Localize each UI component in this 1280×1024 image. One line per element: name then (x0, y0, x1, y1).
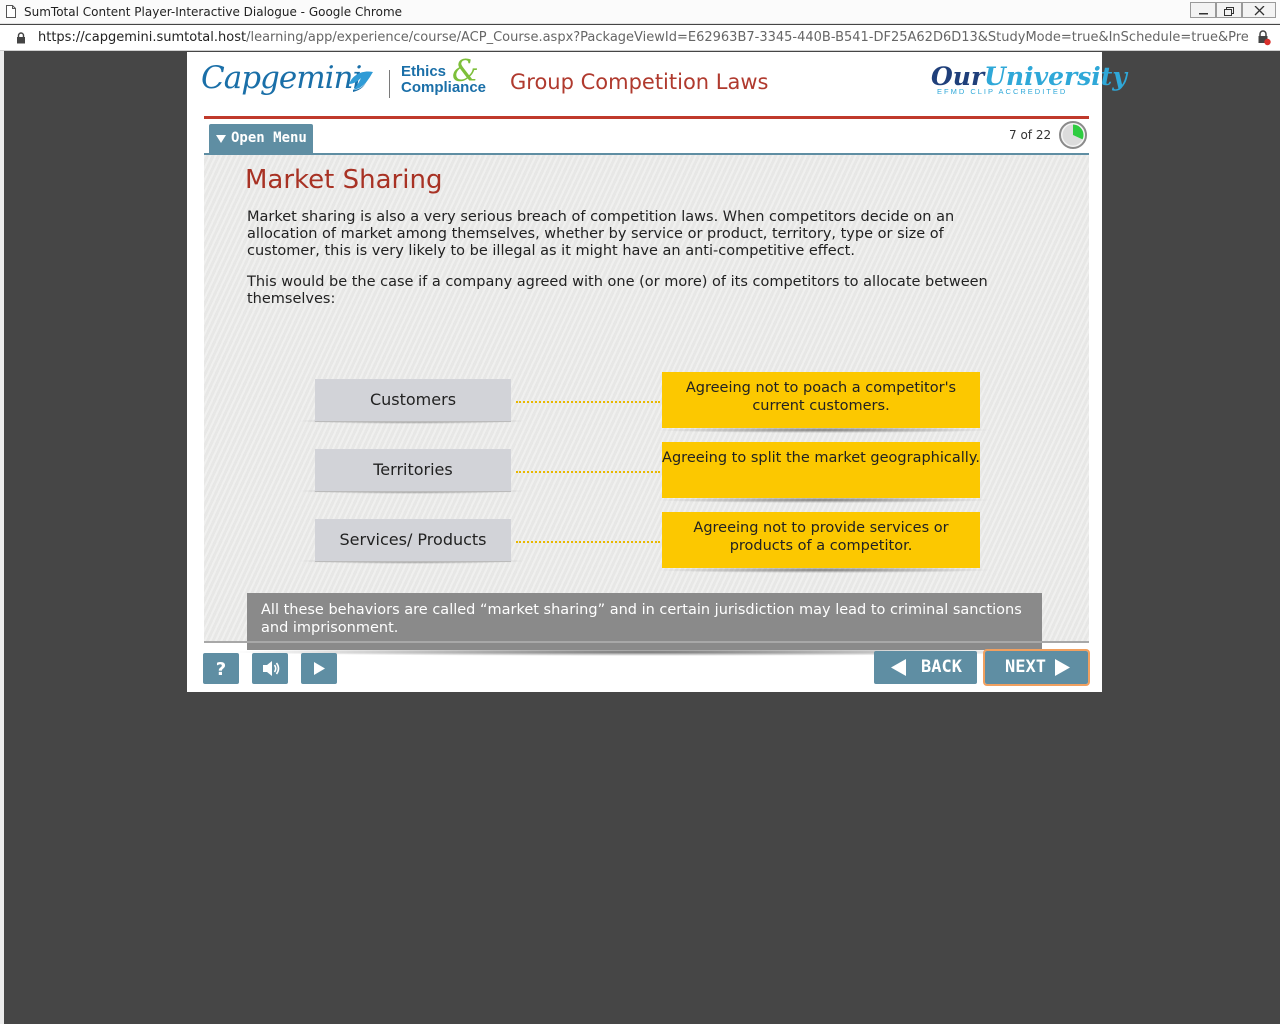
close-icon (1254, 6, 1265, 16)
window-titlebar: SumTotal Content Player-Interactive Dial… (0, 0, 1280, 24)
capgemini-spade-icon (349, 71, 373, 92)
description-box-territories: Agreeing to split the market geographica… (662, 442, 980, 498)
next-label: NEXT (1005, 657, 1046, 677)
help-label: ? (216, 659, 226, 680)
open-menu-label: Open Menu (231, 130, 307, 146)
connector-line (516, 471, 660, 473)
next-button[interactable]: NEXT (983, 649, 1090, 686)
close-window-button[interactable] (1242, 2, 1276, 18)
minimize-icon (1199, 13, 1208, 15)
window-title: SumTotal Content Player-Interactive Dial… (24, 5, 403, 19)
triangle-down-icon (216, 135, 226, 143)
description-box-customers: Agreeing not to poach a competitor's cur… (662, 372, 980, 428)
connector-line (516, 401, 660, 403)
course-player: Capgemini Ethics Compliance & Group Comp… (187, 52, 1127, 692)
url-path: /learning/app/experience/course/ACP_Cour… (246, 30, 1248, 45)
intro-paragraph: Market sharing is also a very serious br… (247, 209, 955, 259)
audio-button[interactable] (252, 653, 288, 684)
open-menu-button[interactable]: Open Menu (209, 124, 313, 153)
url-host: https://capgemini.sumtotal.host (38, 30, 247, 45)
header-divider (204, 116, 1089, 119)
footer-divider (204, 641, 1089, 643)
allocation-paragraph: This would be the case if a company agre… (247, 274, 988, 307)
document-icon (6, 5, 16, 18)
back-button[interactable]: BACK (874, 651, 977, 684)
category-tag-territories: Territories (315, 449, 511, 491)
capgemini-logo: Capgemini (201, 60, 362, 96)
help-icon: ? (216, 659, 226, 680)
category-tag-customers: Customers (315, 379, 511, 421)
arrow-right-icon (1055, 659, 1070, 676)
restore-button[interactable] (1216, 2, 1242, 18)
category-tag-services-products: Services/ Products (315, 519, 511, 561)
back-label: BACK (921, 657, 962, 677)
progress-pie-icon (1059, 121, 1087, 149)
play-icon (314, 662, 325, 675)
minimize-button[interactable] (1190, 2, 1216, 18)
window-left-edge (0, 51, 4, 1024)
our-university-logo: OurUniversity EFMD CLIP ACCREDITED (931, 62, 1127, 96)
play-button[interactable] (301, 653, 337, 684)
slide-content: Market Sharing Market sharing is also a … (204, 155, 1089, 656)
course-title: Group Competition Laws (510, 70, 769, 94)
slide-title: Market Sharing (245, 165, 443, 195)
url-text[interactable]: https://capgemini.sumtotal.host/learning… (38, 30, 1248, 45)
description-box-services-products: Agreeing not to provide services or prod… (662, 512, 980, 568)
lock-icon (17, 32, 25, 44)
address-bar[interactable]: https://capgemini.sumtotal.host/learning… (0, 25, 1280, 51)
logo-separator (389, 70, 390, 98)
connector-line (516, 541, 660, 543)
restore-icon (1224, 7, 1234, 16)
help-button[interactable]: ? (203, 653, 239, 684)
extension-icon[interactable] (1257, 30, 1271, 46)
page-counter: 7 of 22 (1009, 128, 1052, 142)
audio-icon (263, 661, 280, 676)
arrow-left-icon (891, 659, 906, 676)
ampersand-logo: & (452, 54, 479, 89)
